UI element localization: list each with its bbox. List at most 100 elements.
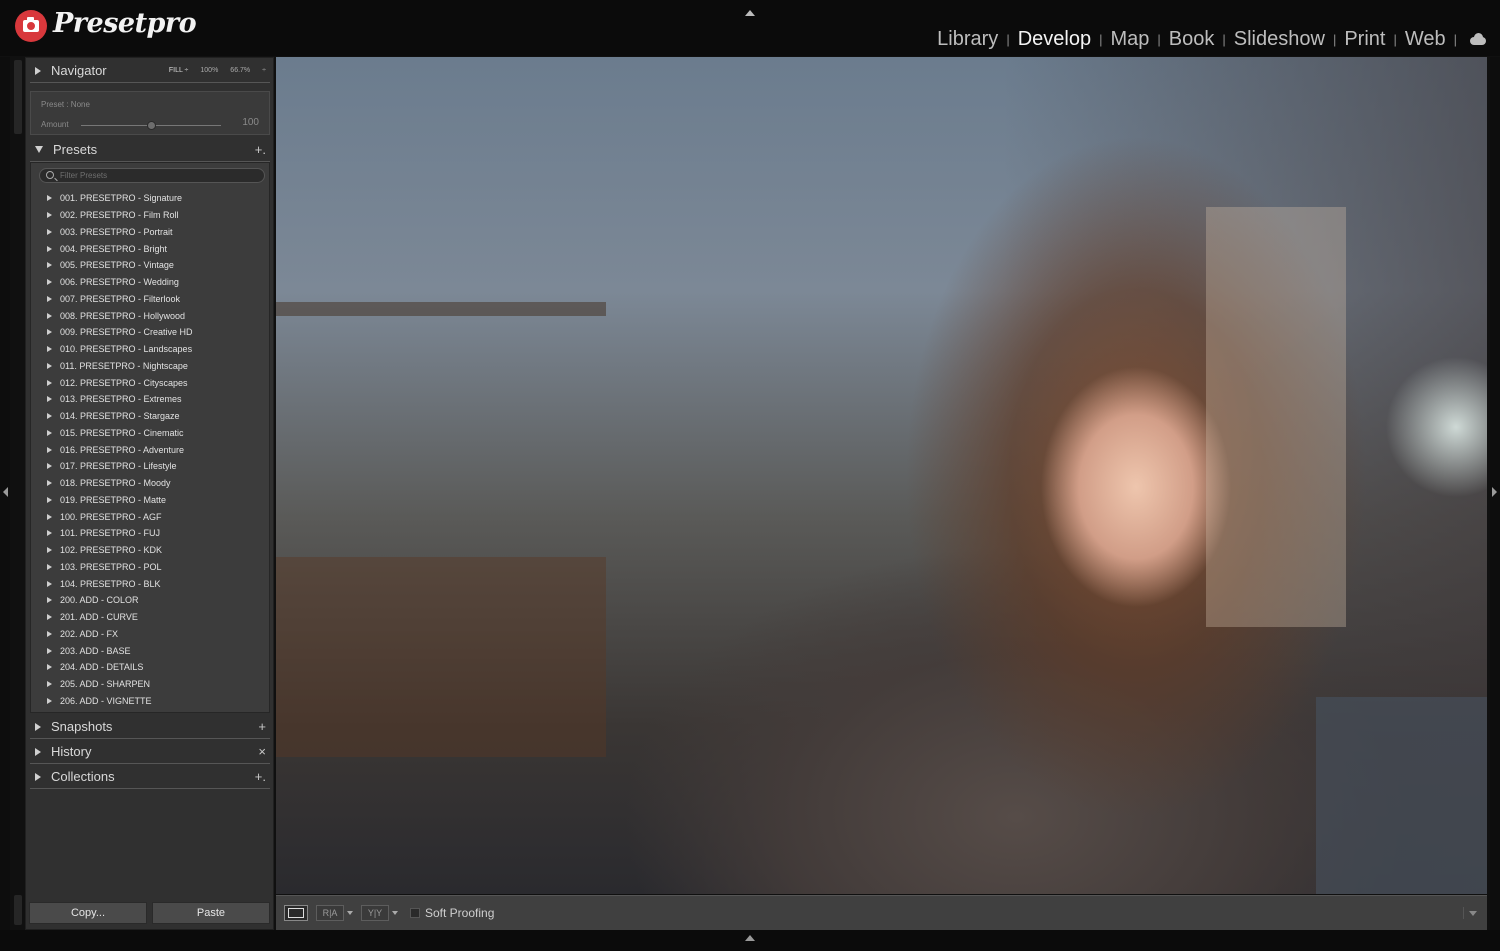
loupe-view-button[interactable] bbox=[284, 905, 308, 921]
expand-folder-triangle-icon[interactable] bbox=[47, 396, 52, 403]
module-slideshow[interactable]: Slideshow bbox=[1233, 28, 1326, 51]
preset-folder-item[interactable]: 010. PRESETPRO - Landscapes bbox=[31, 341, 269, 358]
presets-header[interactable]: Presets +. bbox=[30, 138, 270, 162]
module-develop[interactable]: Develop bbox=[1017, 28, 1092, 51]
paste-settings-button[interactable]: Paste bbox=[152, 902, 270, 924]
swap-dropdown-icon[interactable] bbox=[392, 911, 398, 915]
expand-folder-triangle-icon[interactable] bbox=[47, 379, 52, 386]
expand-folder-triangle-icon[interactable] bbox=[47, 279, 52, 286]
preset-folder-item[interactable]: 003. PRESETPRO - Portrait bbox=[31, 224, 269, 241]
preset-folder-item[interactable]: 102. PRESETPRO - KDK bbox=[31, 542, 269, 559]
expand-folder-triangle-icon[interactable] bbox=[47, 681, 52, 688]
expand-folder-triangle-icon[interactable] bbox=[47, 697, 52, 704]
module-print[interactable]: Print bbox=[1343, 28, 1386, 51]
toolbar-content-dropdown-icon[interactable] bbox=[1463, 907, 1477, 919]
collections-header[interactable]: Collections +. bbox=[30, 765, 270, 789]
expand-folder-triangle-icon[interactable] bbox=[47, 346, 52, 353]
preset-folder-item[interactable]: 202. ADD - FX bbox=[31, 626, 269, 643]
expand-left-arrow-icon[interactable] bbox=[3, 487, 8, 497]
expand-folder-triangle-icon[interactable] bbox=[47, 228, 52, 235]
soft-proofing-checkbox[interactable] bbox=[410, 908, 420, 918]
photo-preview[interactable] bbox=[276, 57, 1487, 894]
preset-folder-item[interactable]: 019. PRESETPRO - Matte bbox=[31, 492, 269, 509]
expand-folder-triangle-icon[interactable] bbox=[47, 563, 52, 570]
preset-folder-item[interactable]: 015. PRESETPRO - Cinematic bbox=[31, 425, 269, 442]
expand-folder-triangle-icon[interactable] bbox=[47, 463, 52, 470]
zoom-fill-option[interactable]: FILL ÷ bbox=[169, 67, 189, 74]
expand-folder-triangle-icon[interactable] bbox=[47, 312, 52, 319]
expand-folder-triangle-icon[interactable] bbox=[47, 429, 52, 436]
expand-folder-triangle-icon[interactable] bbox=[47, 614, 52, 621]
preset-folder-item[interactable]: 103. PRESETPRO - POL bbox=[31, 559, 269, 576]
preset-folder-item[interactable]: 104. PRESETPRO - BLK bbox=[31, 575, 269, 592]
zoom-100-option[interactable]: 100% bbox=[200, 67, 218, 74]
filter-presets-field[interactable] bbox=[39, 168, 265, 183]
preset-folder-item[interactable]: 009. PRESETPRO - Creative HD bbox=[31, 324, 269, 341]
expand-folder-triangle-icon[interactable] bbox=[47, 295, 52, 302]
cloud-sync-icon[interactable] bbox=[1468, 33, 1488, 45]
expand-folder-triangle-icon[interactable] bbox=[47, 480, 52, 487]
expand-folder-triangle-icon[interactable] bbox=[47, 513, 52, 520]
expand-folder-triangle-icon[interactable] bbox=[47, 413, 52, 420]
zoom-667-option[interactable]: 66.7% bbox=[230, 67, 250, 74]
add-collection-button[interactable]: +. bbox=[255, 769, 266, 784]
preset-folder-item[interactable]: 017. PRESETPRO - Lifestyle bbox=[31, 458, 269, 475]
filter-presets-input[interactable] bbox=[60, 169, 260, 182]
expand-right-arrow-icon[interactable] bbox=[1492, 487, 1497, 497]
expand-folder-triangle-icon[interactable] bbox=[47, 212, 52, 219]
before-after-view-button[interactable]: R|A bbox=[316, 905, 344, 921]
preset-folder-item[interactable]: 018. PRESETPRO - Moody bbox=[31, 475, 269, 492]
preset-folder-item[interactable]: 203. ADD - BASE bbox=[31, 642, 269, 659]
preset-folder-item[interactable]: 101. PRESETPRO - FUJ bbox=[31, 525, 269, 542]
expand-folder-triangle-icon[interactable] bbox=[47, 630, 52, 637]
preset-folder-item[interactable]: 200. ADD - COLOR bbox=[31, 592, 269, 609]
navigator-header[interactable]: Navigator FILL ÷ 100% 66.7% ÷ bbox=[30, 59, 270, 83]
preset-folder-item[interactable]: 013. PRESETPRO - Extremes bbox=[31, 391, 269, 408]
preset-folder-item[interactable]: 004. PRESETPRO - Bright bbox=[31, 240, 269, 257]
expand-folder-triangle-icon[interactable] bbox=[47, 245, 52, 252]
preset-folder-item[interactable]: 204. ADD - DETAILS bbox=[31, 659, 269, 676]
clear-history-button[interactable]: × bbox=[258, 744, 266, 759]
module-web[interactable]: Web bbox=[1404, 28, 1447, 51]
history-header[interactable]: History × bbox=[30, 740, 270, 764]
expand-folder-triangle-icon[interactable] bbox=[47, 262, 52, 269]
preset-folder-item[interactable]: 005. PRESETPRO - Vintage bbox=[31, 257, 269, 274]
expand-folder-triangle-icon[interactable] bbox=[47, 530, 52, 537]
preset-folder-item[interactable]: 014. PRESETPRO - Stargaze bbox=[31, 408, 269, 425]
expand-folder-triangle-icon[interactable] bbox=[47, 597, 52, 604]
add-snapshot-button[interactable]: + bbox=[258, 719, 266, 734]
before-after-swap-button[interactable]: Y|Y bbox=[361, 905, 389, 921]
preset-folder-item[interactable]: 016. PRESETPRO - Adventure bbox=[31, 441, 269, 458]
amount-value[interactable]: 100 bbox=[242, 117, 259, 128]
copy-settings-button[interactable]: Copy... bbox=[29, 902, 147, 924]
preset-folder-item[interactable]: 002. PRESETPRO - Film Roll bbox=[31, 207, 269, 224]
module-library[interactable]: Library bbox=[936, 28, 999, 51]
preset-folder-item[interactable]: 012. PRESETPRO - Cityscapes bbox=[31, 374, 269, 391]
expand-folder-triangle-icon[interactable] bbox=[47, 446, 52, 453]
module-book[interactable]: Book bbox=[1168, 28, 1216, 51]
snapshots-header[interactable]: Snapshots + bbox=[30, 715, 270, 739]
expand-folder-triangle-icon[interactable] bbox=[47, 329, 52, 336]
expand-folder-triangle-icon[interactable] bbox=[47, 496, 52, 503]
expand-filmstrip-arrow-icon[interactable] bbox=[745, 935, 755, 941]
left-panel-scrollbar[interactable] bbox=[14, 60, 22, 134]
preset-folder-item[interactable]: 206. ADD - VIGNETTE bbox=[31, 693, 269, 710]
expand-folder-triangle-icon[interactable] bbox=[47, 195, 52, 202]
preset-folder-item[interactable]: 201. ADD - CURVE bbox=[31, 609, 269, 626]
module-map[interactable]: Map bbox=[1109, 28, 1150, 51]
preset-folder-item[interactable]: 006. PRESETPRO - Wedding bbox=[31, 274, 269, 291]
left-panel-edge[interactable] bbox=[0, 57, 10, 930]
expand-folder-triangle-icon[interactable] bbox=[47, 580, 52, 587]
expand-folder-triangle-icon[interactable] bbox=[47, 362, 52, 369]
collapse-top-panel-icon[interactable] bbox=[745, 10, 755, 16]
left-panel-scrollbar-bottom[interactable] bbox=[14, 895, 22, 925]
before-after-dropdown-icon[interactable] bbox=[347, 911, 353, 915]
expand-folder-triangle-icon[interactable] bbox=[47, 547, 52, 554]
preset-folder-item[interactable]: 011. PRESETPRO - Nightscape bbox=[31, 358, 269, 375]
expand-folder-triangle-icon[interactable] bbox=[47, 664, 52, 671]
add-preset-button[interactable]: +. bbox=[255, 142, 266, 157]
preset-folder-item[interactable]: 007. PRESETPRO - Filterlook bbox=[31, 291, 269, 308]
preset-folder-item[interactable]: 205. ADD - SHARPEN bbox=[31, 676, 269, 693]
preset-folder-item[interactable]: 100. PRESETPRO - AGF bbox=[31, 508, 269, 525]
right-panel-edge[interactable] bbox=[1490, 57, 1500, 930]
